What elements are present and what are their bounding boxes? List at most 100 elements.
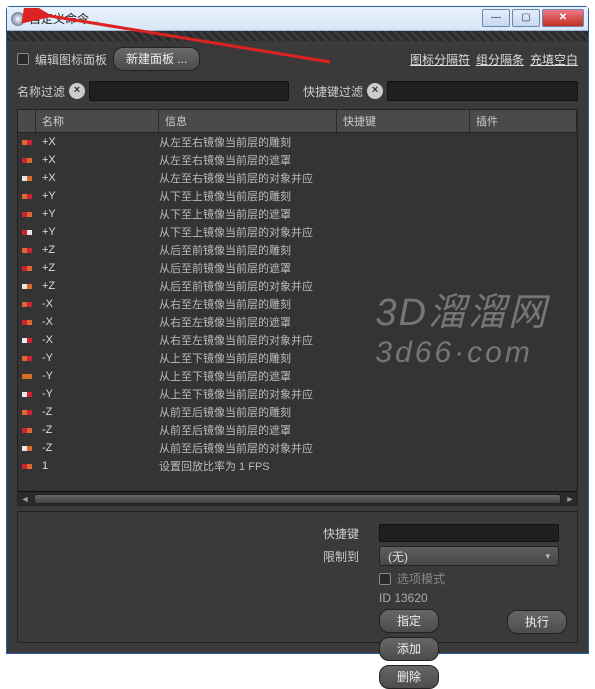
row-name: -Y (36, 370, 159, 382)
name-filter-label: 名称过滤 (17, 83, 65, 100)
execute-button[interactable]: 执行 (507, 610, 567, 634)
limit-select-value: (无) (388, 548, 408, 565)
row-name: +X (36, 136, 159, 148)
table-row[interactable]: -Y从上至下镜像当前层的遮罩 (18, 367, 577, 385)
option-mode-checkbox[interactable] (379, 573, 391, 585)
col-shortcut[interactable]: 快捷键 (337, 110, 470, 132)
row-name: +Z (36, 244, 159, 256)
row-name: +Z (36, 262, 159, 274)
id-label: ID 13620 (379, 591, 428, 605)
row-icon (18, 302, 36, 307)
shortcut-filter-input[interactable] (387, 81, 578, 101)
row-info: 从右至左镜像当前层的对象并应 (159, 332, 337, 348)
table-row[interactable]: +Z从后至前镜像当前层的对象并应 (18, 277, 577, 295)
col-name[interactable]: 名称 (36, 110, 159, 132)
client-area: 编辑图标面板 新建面板 ... 图标分隔符 组分隔条 充填空白 名称过滤 × 快… (7, 31, 588, 653)
row-info: 从右至左镜像当前层的遮罩 (159, 314, 337, 330)
row-info: 从右至左镜像当前层的雕刻 (159, 296, 337, 312)
row-info: 从上至下镜像当前层的雕刻 (159, 350, 337, 366)
table-body[interactable]: +X从左至右镜像当前层的雕刻+X从左至右镜像当前层的遮罩+X从左至右镜像当前层的… (18, 133, 577, 491)
row-name: -Z (36, 442, 159, 454)
shortcut-filter-clear-icon[interactable]: × (367, 83, 383, 99)
col-plugin[interactable]: 插件 (470, 110, 577, 132)
row-icon (18, 248, 36, 253)
row-info: 从左至右镜像当前层的雕刻 (159, 134, 337, 150)
row-icon (18, 428, 36, 433)
icon-separator-button[interactable]: 图标分隔符 (410, 51, 470, 68)
row-info: 从下至上镜像当前层的遮罩 (159, 206, 337, 222)
grip-bar[interactable] (7, 31, 588, 41)
table-row[interactable]: -Y从上至下镜像当前层的对象并应 (18, 385, 577, 403)
table-row[interactable]: -Y从上至下镜像当前层的雕刻 (18, 349, 577, 367)
table-row[interactable]: +X从左至右镜像当前层的雕刻 (18, 133, 577, 151)
row-name: +Y (36, 190, 159, 202)
app-icon (11, 12, 25, 26)
col-info[interactable]: 信息 (159, 110, 337, 132)
delete-button[interactable]: 删除 (379, 665, 439, 689)
table-row[interactable]: +Y从下至上镜像当前层的对象并应 (18, 223, 577, 241)
row-name: -Y (36, 352, 159, 364)
add-button[interactable]: 添加 (379, 637, 439, 661)
row-info: 从前至后镜像当前层的雕刻 (159, 404, 337, 420)
name-filter-clear-icon[interactable]: × (69, 83, 85, 99)
edit-palette-checkbox[interactable] (17, 53, 29, 65)
row-icon (18, 176, 36, 181)
new-panel-button[interactable]: 新建面板 ... (113, 47, 200, 71)
row-icon (18, 410, 36, 415)
row-info: 从上至下镜像当前层的对象并应 (159, 386, 337, 402)
table-row[interactable]: -X从右至左镜像当前层的对象并应 (18, 331, 577, 349)
row-name: +Y (36, 226, 159, 238)
shortcut-filter-label: 快捷键过滤 (303, 83, 363, 100)
table-row[interactable]: +Y从下至上镜像当前层的雕刻 (18, 187, 577, 205)
table-row[interactable]: -X从右至左镜像当前层的雕刻 (18, 295, 577, 313)
row-name: -X (36, 316, 159, 328)
titlebar[interactable]: 自定义命令... — ▢ ✕ (7, 7, 588, 31)
scroll-right-icon[interactable]: ► (563, 493, 577, 505)
table-row[interactable]: -X从右至左镜像当前层的遮罩 (18, 313, 577, 331)
row-name: -Z (36, 424, 159, 436)
table-row[interactable]: +X从左至右镜像当前层的对象并应 (18, 169, 577, 187)
row-name: -X (36, 298, 159, 310)
row-name: 1 (36, 460, 159, 472)
table-row[interactable]: +Z从后至前镜像当前层的雕刻 (18, 241, 577, 259)
row-icon (18, 266, 36, 271)
detail-panel: 快捷键 限制到 (无) ▾ 选项模式 ID 13620 (17, 511, 578, 643)
table-row[interactable]: -Z从前至后镜像当前层的对象并应 (18, 439, 577, 457)
assign-button[interactable]: 指定 (379, 609, 439, 633)
row-info: 从后至前镜像当前层的遮罩 (159, 260, 337, 276)
row-icon (18, 284, 36, 289)
row-icon (18, 464, 36, 469)
row-info: 设置回放比率为 1 FPS (159, 458, 337, 474)
row-icon (18, 194, 36, 199)
group-separator-button[interactable]: 组分隔条 (476, 51, 524, 68)
limit-select[interactable]: (无) ▾ (379, 546, 559, 566)
table-header: 名称 信息 快捷键 插件 (18, 110, 577, 133)
shortcut-field-input[interactable] (379, 524, 559, 542)
scroll-thumb[interactable] (34, 494, 561, 504)
row-icon (18, 356, 36, 361)
row-info: 从前至后镜像当前层的遮罩 (159, 422, 337, 438)
option-mode-label: 选项模式 (397, 570, 445, 587)
maximize-button[interactable]: ▢ (512, 9, 540, 27)
h-scrollbar[interactable]: ◄ ► (18, 491, 577, 505)
table-row[interactable]: 1设置回放比率为 1 FPS (18, 457, 577, 475)
table-row[interactable]: +Y从下至上镜像当前层的遮罩 (18, 205, 577, 223)
table-row[interactable]: -Z从前至后镜像当前层的雕刻 (18, 403, 577, 421)
row-info: 从后至前镜像当前层的对象并应 (159, 278, 337, 294)
fill-blank-button[interactable]: 充填空白 (530, 51, 578, 68)
close-button[interactable]: ✕ (542, 9, 584, 27)
col-icon[interactable] (18, 110, 36, 132)
scroll-left-icon[interactable]: ◄ (18, 493, 32, 505)
row-info: 从左至右镜像当前层的对象并应 (159, 170, 337, 186)
table-row[interactable]: +X从左至右镜像当前层的遮罩 (18, 151, 577, 169)
row-icon (18, 446, 36, 451)
row-info: 从下至上镜像当前层的雕刻 (159, 188, 337, 204)
row-icon (18, 374, 36, 379)
detail-form: 快捷键 限制到 (无) ▾ 选项模式 ID 13620 (323, 520, 569, 689)
table-row[interactable]: +Z从后至前镜像当前层的遮罩 (18, 259, 577, 277)
row-icon (18, 158, 36, 163)
table-row[interactable]: -Z从前至后镜像当前层的遮罩 (18, 421, 577, 439)
minimize-button[interactable]: — (482, 9, 510, 27)
name-filter-input[interactable] (89, 81, 289, 101)
row-info: 从前至后镜像当前层的对象并应 (159, 440, 337, 456)
